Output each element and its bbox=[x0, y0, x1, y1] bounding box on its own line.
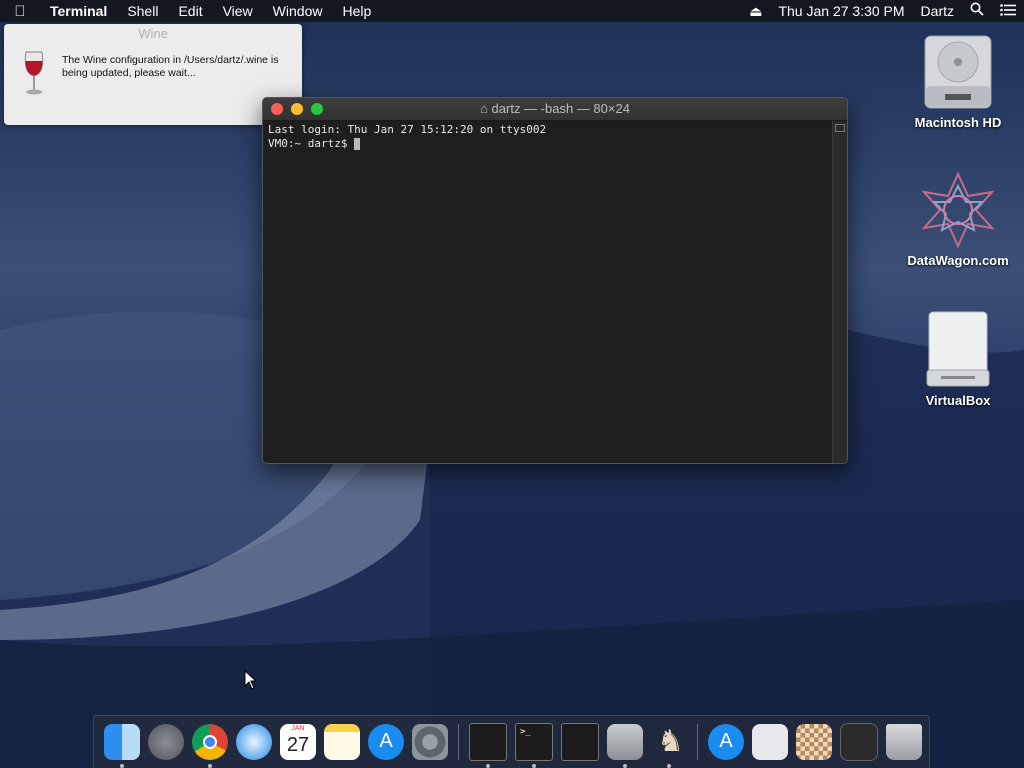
dock-trash[interactable] bbox=[886, 724, 922, 760]
terminal-title: dartz — -bash — 80×24 bbox=[491, 101, 630, 116]
eject-icon[interactable]: ⏏ bbox=[741, 0, 770, 22]
dock-app-store-downloads[interactable]: A bbox=[708, 724, 744, 760]
terminal-window[interactable]: ⌂ dartz — -bash — 80×24 Last login: Thu … bbox=[262, 97, 848, 464]
wine-glass-icon bbox=[24, 51, 44, 95]
dock-chess[interactable]: ♞ bbox=[651, 724, 687, 768]
menu-clock[interactable]: Thu Jan 27 3:30 PM bbox=[770, 0, 912, 22]
datawagon-logo-icon bbox=[921, 171, 995, 249]
menu-bar:  Terminal Shell Edit View Window Help ⏏… bbox=[0, 0, 1024, 22]
terminal-scrollbar[interactable] bbox=[832, 121, 847, 463]
home-icon: ⌂ bbox=[480, 101, 488, 116]
desktop-icon-label: DataWagon.com bbox=[907, 253, 1009, 268]
desktop-icon-label: VirtualBox bbox=[925, 393, 991, 408]
terminal-title-bar[interactable]: ⌂ dartz — -bash — 80×24 bbox=[263, 98, 847, 121]
app-store-icon: A bbox=[379, 730, 393, 752]
dock-exec-2[interactable] bbox=[561, 723, 599, 761]
desktop-icon-macintosh-hd[interactable]: Macintosh HD bbox=[903, 32, 1013, 130]
dock-app-store[interactable]: A bbox=[368, 724, 404, 760]
calendar-day: 27 bbox=[286, 734, 310, 756]
chess-knight-icon: ♞ bbox=[657, 725, 684, 758]
dock-separator bbox=[458, 724, 459, 760]
menu-view[interactable]: View bbox=[213, 0, 263, 22]
dock-system-preferences[interactable] bbox=[412, 724, 448, 760]
terminal-line: Last login: Thu Jan 27 15:12:20 on ttys0… bbox=[268, 123, 547, 136]
menu-edit[interactable]: Edit bbox=[168, 0, 212, 22]
menu-help[interactable]: Help bbox=[332, 0, 381, 22]
dock-notes[interactable] bbox=[324, 724, 360, 760]
mouse-pointer-icon bbox=[244, 670, 258, 690]
zoom-button[interactable] bbox=[311, 103, 323, 115]
disk-image-icon bbox=[926, 311, 990, 387]
dock-safari[interactable] bbox=[236, 724, 272, 760]
dock-calendar[interactable]: JAN 27 bbox=[280, 724, 316, 760]
dock-separator bbox=[697, 724, 698, 760]
desktop-icon-label: Macintosh HD bbox=[914, 115, 1002, 130]
dock-documents-stack[interactable] bbox=[752, 724, 788, 760]
chrome-icon bbox=[203, 735, 217, 749]
menu-user[interactable]: Dartz bbox=[913, 0, 962, 22]
desktop-icon-virtualbox[interactable]: VirtualBox bbox=[903, 308, 1013, 408]
notification-center-icon[interactable] bbox=[992, 0, 1024, 22]
wine-update-dialog: Wine The Wine configuration in /Users/da… bbox=[4, 24, 302, 125]
dock: JAN 27 A >_ ♞ A bbox=[93, 715, 930, 768]
apple-menu-icon[interactable]:  bbox=[0, 3, 40, 20]
wine-dialog-message: The Wine configuration in /Users/dartz/.… bbox=[62, 54, 279, 79]
terminal-prompt: VM0:~ dartz$ bbox=[268, 137, 355, 150]
dock-terminal-window[interactable] bbox=[840, 723, 878, 761]
text-cursor bbox=[354, 138, 361, 150]
dock-terminal[interactable]: >_ bbox=[515, 723, 553, 768]
wine-dialog-title: Wine bbox=[138, 26, 168, 41]
menu-app-name[interactable]: Terminal bbox=[40, 0, 117, 22]
dock-installer[interactable] bbox=[607, 724, 643, 768]
dock-launchpad[interactable] bbox=[148, 724, 184, 760]
terminal-output[interactable]: Last login: Thu Jan 27 15:12:20 on ttys0… bbox=[268, 123, 831, 463]
menu-shell[interactable]: Shell bbox=[117, 0, 168, 22]
close-button[interactable] bbox=[271, 103, 283, 115]
app-store-icon: A bbox=[719, 730, 733, 752]
dock-chrome[interactable] bbox=[192, 724, 228, 768]
calendar-month: JAN bbox=[291, 725, 305, 732]
spotlight-icon[interactable] bbox=[962, 0, 992, 22]
minimize-button[interactable] bbox=[291, 103, 303, 115]
desktop-icon-datawagon[interactable]: DataWagon.com bbox=[903, 170, 1013, 268]
dock-exec-1[interactable] bbox=[469, 723, 507, 768]
hard-drive-icon bbox=[924, 35, 992, 109]
dock-chess-window[interactable] bbox=[796, 724, 832, 760]
dock-finder[interactable] bbox=[104, 724, 140, 768]
menu-window[interactable]: Window bbox=[263, 0, 333, 22]
terminal-icon: >_ bbox=[520, 727, 531, 737]
